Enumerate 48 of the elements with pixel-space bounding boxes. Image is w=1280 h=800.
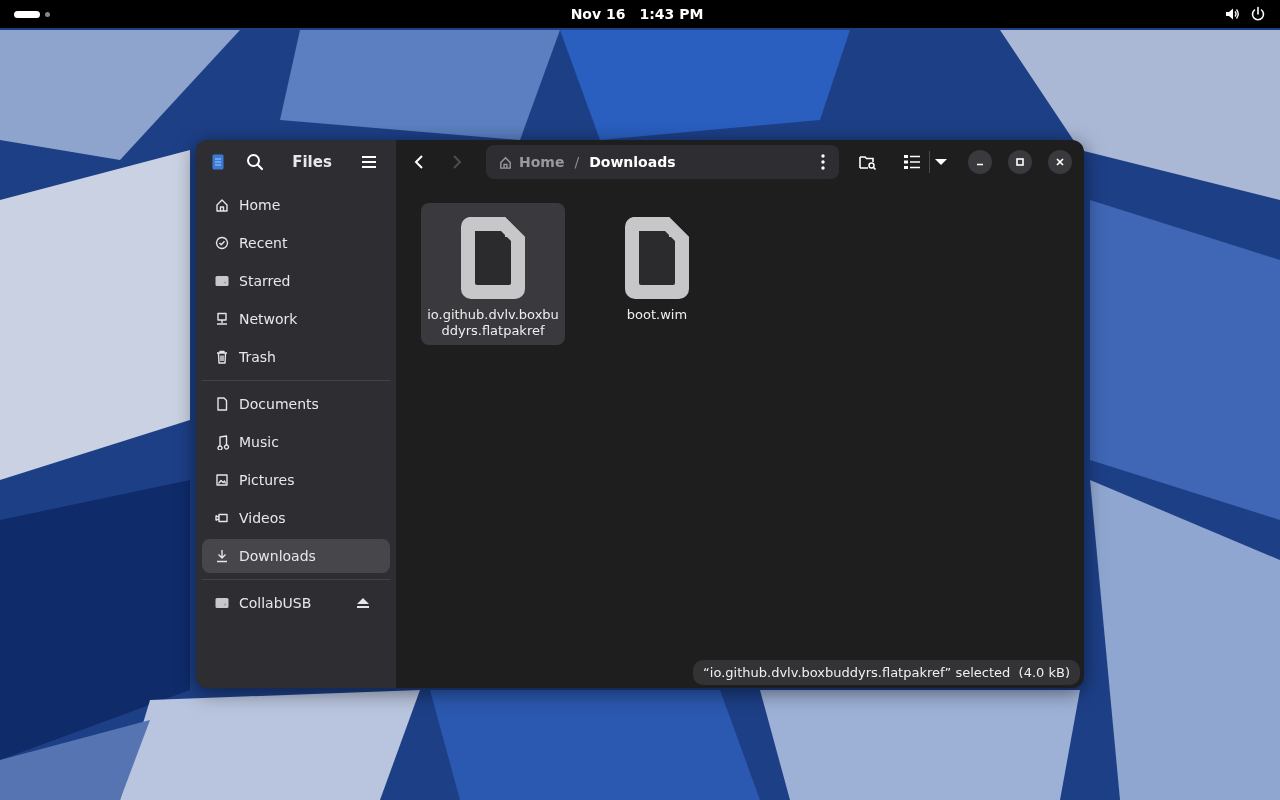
trash-icon	[214, 349, 230, 365]
path-button[interactable]: Home	[494, 154, 569, 170]
sidebar-item[interactable]: Trash	[202, 340, 390, 374]
file-item[interactable]: boot.wim	[585, 203, 729, 329]
folder-search-icon	[859, 154, 877, 170]
drive-icon	[214, 595, 230, 611]
sidebar-item[interactable]: Home	[202, 188, 390, 222]
minimize-button[interactable]	[968, 150, 992, 174]
eject-icon[interactable]	[356, 597, 370, 609]
music-icon	[214, 434, 230, 450]
app-icon	[212, 154, 224, 170]
path-button[interactable]: Downloads	[585, 154, 680, 170]
status-tooltip: “io.github.dvlv.boxbuddyrs.flatpakref” selected (4.0 kB)	[693, 660, 1080, 685]
volume-icon[interactable]	[1224, 6, 1240, 22]
file-item[interactable]: io.github.dvlv.boxbuddyrs.flatpakref	[421, 203, 565, 345]
sidebar-item[interactable]: Network	[202, 302, 390, 336]
path-separator: /	[574, 154, 580, 170]
power-icon[interactable]	[1250, 6, 1266, 22]
clock[interactable]: Nov 16 1:43 PM	[570, 6, 704, 22]
sidebar-item[interactable]: Music	[202, 425, 390, 459]
network-icon	[214, 311, 230, 327]
search-icon	[246, 153, 264, 171]
forward-icon	[451, 154, 463, 170]
close-icon	[1055, 157, 1065, 167]
maximize-icon	[1015, 157, 1025, 167]
drive-icon	[214, 273, 230, 289]
sidebar-item[interactable]: Recent	[202, 226, 390, 260]
sidebar-item[interactable]: Videos	[202, 501, 390, 535]
sidebar-item[interactable]: Starred	[202, 264, 390, 298]
sidebar-item[interactable]: CollabUSB	[202, 586, 390, 620]
sidebar-item[interactable]: Documents	[202, 387, 390, 421]
maximize-button[interactable]	[1008, 150, 1032, 174]
workspace-indicator-icon[interactable]	[14, 10, 50, 18]
close-button[interactable]	[1048, 150, 1072, 174]
sidebar-item[interactable]: Pictures	[202, 463, 390, 497]
document-icon	[214, 396, 230, 412]
image-icon	[214, 472, 230, 488]
download-icon	[214, 548, 230, 564]
list-icon	[904, 155, 920, 169]
caret-icon	[935, 158, 947, 166]
home-icon	[498, 154, 513, 170]
home-icon	[214, 197, 230, 213]
sidebar-item[interactable]: Downloads	[202, 539, 390, 573]
menu-icon	[361, 155, 377, 169]
clock-icon	[214, 235, 230, 251]
kebab-icon	[821, 154, 825, 170]
back-icon	[413, 154, 425, 170]
window-title: Files	[291, 153, 333, 171]
